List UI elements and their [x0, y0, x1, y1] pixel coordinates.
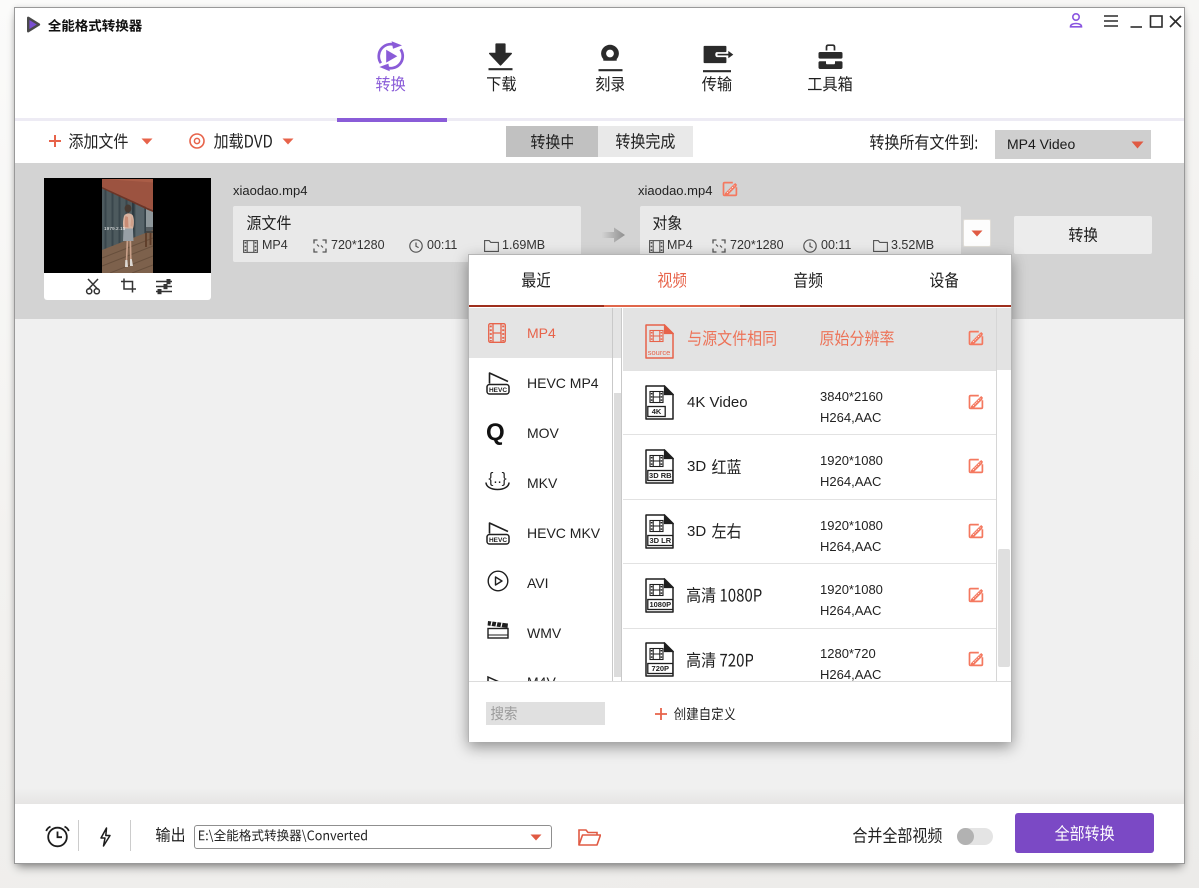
svg-text:3D LR: 3D LR	[649, 536, 671, 545]
svg-text:source: source	[648, 348, 671, 357]
svg-text:3D RB: 3D RB	[649, 471, 672, 480]
svg-text:{..}: {..}	[488, 470, 506, 487]
svg-text:HEVC: HEVC	[489, 387, 507, 394]
svg-text:720P: 720P	[652, 664, 670, 673]
svg-text:1979.2.15: 1979.2.15	[104, 226, 126, 232]
svg-text:HEVC: HEVC	[489, 537, 507, 544]
svg-text:1080P: 1080P	[649, 600, 671, 609]
svg-text:4K: 4K	[652, 407, 662, 416]
